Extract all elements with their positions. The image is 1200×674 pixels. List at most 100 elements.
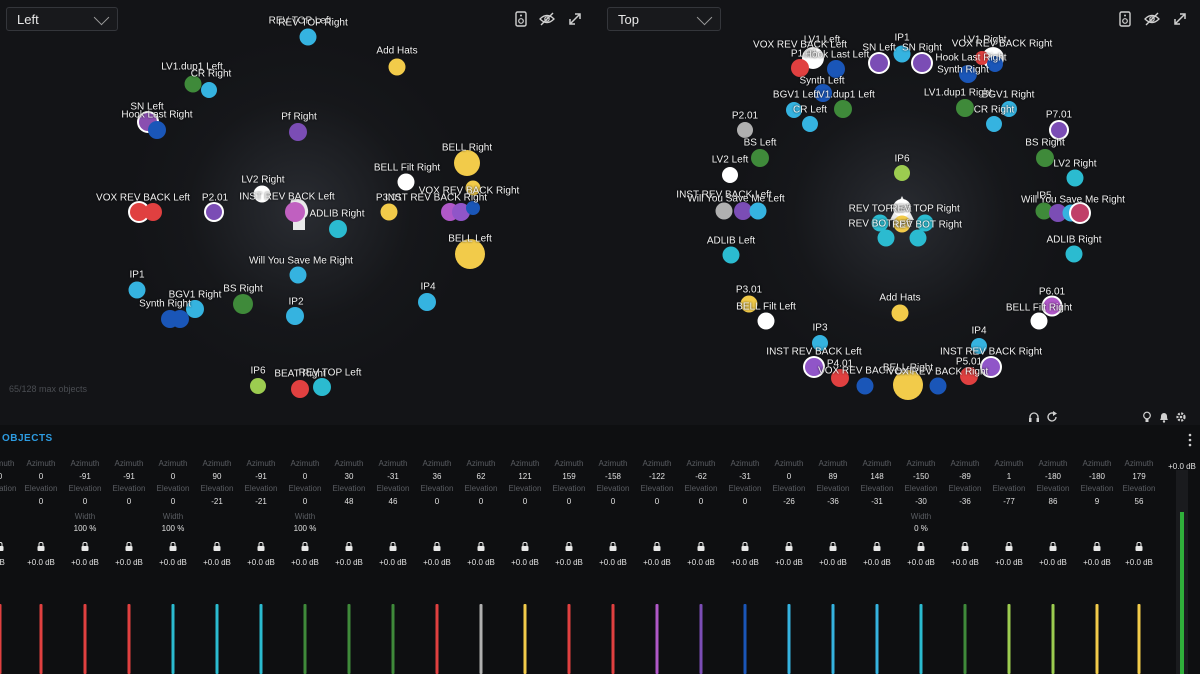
object-dot[interactable] <box>749 202 767 220</box>
gain-value[interactable]: +0.0 dB <box>863 558 891 567</box>
object-dot[interactable] <box>388 58 406 76</box>
object-dot[interactable] <box>929 377 947 395</box>
gain-value[interactable]: +0.0 dB <box>423 558 451 567</box>
object-dot[interactable] <box>1036 149 1054 167</box>
lock-icon[interactable] <box>169 542 177 551</box>
object-dot[interactable] <box>313 378 331 396</box>
object-dot[interactable] <box>148 121 166 139</box>
gain-value[interactable]: +0.0 dB <box>643 558 671 567</box>
object-dot[interactable] <box>791 59 809 77</box>
channel-fader[interactable] <box>963 604 967 674</box>
object-dot[interactable] <box>291 380 309 398</box>
elevation-value[interactable]: -21 <box>211 497 223 506</box>
object-dot[interactable] <box>751 149 769 167</box>
gain-value[interactable]: +0.0 dB <box>775 558 803 567</box>
object-dot[interactable] <box>909 229 927 247</box>
channel-fader[interactable] <box>655 604 659 674</box>
lock-icon[interactable] <box>609 542 617 551</box>
view-select-top[interactable]: Top <box>607 7 721 31</box>
lock-icon[interactable] <box>125 542 133 551</box>
elevation-value[interactable]: 0 <box>127 497 131 506</box>
lock-icon[interactable] <box>301 542 309 551</box>
lock-icon[interactable] <box>213 542 221 551</box>
elevation-value[interactable]: -36 <box>827 497 839 506</box>
channel-fader[interactable] <box>347 604 351 674</box>
azimuth-value[interactable]: 1 <box>1007 472 1011 481</box>
width-value[interactable]: 100 % <box>294 524 317 533</box>
object-dot[interactable] <box>757 312 775 330</box>
object-dot[interactable] <box>1066 169 1084 187</box>
gain-value[interactable]: +0.0 dB <box>555 558 583 567</box>
elevation-value[interactable]: 0 <box>303 497 307 506</box>
lock-icon[interactable] <box>1093 542 1101 551</box>
gain-value[interactable]: +0.0 dB <box>951 558 979 567</box>
azimuth-value[interactable]: -150 <box>913 472 929 481</box>
expand-icon[interactable] <box>567 11 583 27</box>
elevation-value[interactable]: 0 <box>611 497 615 506</box>
azimuth-value[interactable]: 0 <box>171 472 175 481</box>
elevation-value[interactable]: 0 <box>479 497 483 506</box>
channel-fader[interactable] <box>171 604 175 674</box>
lock-icon[interactable] <box>477 542 485 551</box>
gain-value[interactable]: +0.0 dB <box>247 558 275 567</box>
elevation-value[interactable]: 56 <box>1135 497 1144 506</box>
object-dot[interactable] <box>722 246 740 264</box>
width-value[interactable]: 0 % <box>914 524 928 533</box>
elevation-value[interactable]: 0 <box>743 497 747 506</box>
channel-fader[interactable] <box>699 604 703 674</box>
elevation-value[interactable]: -26 <box>783 497 795 506</box>
object-dot[interactable] <box>913 54 931 72</box>
channel-fader[interactable] <box>1095 604 1099 674</box>
gain-value[interactable]: +0.0 dB <box>687 558 715 567</box>
azimuth-value[interactable]: 0 <box>0 472 2 481</box>
lock-icon[interactable] <box>0 542 4 551</box>
object-dot[interactable] <box>206 204 222 220</box>
gain-value[interactable]: +0.0 dB <box>819 558 847 567</box>
azimuth-value[interactable]: 0 <box>39 472 43 481</box>
object-dot[interactable] <box>1071 204 1089 222</box>
channel-fader[interactable] <box>567 604 571 674</box>
elevation-value[interactable]: -77 <box>1003 497 1015 506</box>
object-dot[interactable] <box>956 99 974 117</box>
object-dot[interactable] <box>891 304 909 322</box>
azimuth-value[interactable]: 148 <box>870 472 883 481</box>
gain-value[interactable]: +0.0 dB <box>995 558 1023 567</box>
lock-icon[interactable] <box>961 542 969 551</box>
azimuth-value[interactable]: 179 <box>1132 472 1145 481</box>
object-dot[interactable] <box>144 203 162 221</box>
gain-value[interactable]: +0.0 dB <box>27 558 55 567</box>
object-dot[interactable] <box>1065 245 1083 263</box>
elevation-value[interactable]: 9 <box>1095 497 1099 506</box>
gain-value[interactable]: +0.0 dB <box>731 558 759 567</box>
lock-icon[interactable] <box>1049 542 1057 551</box>
view-select-left[interactable]: Left <box>6 7 118 31</box>
azimuth-value[interactable]: -89 <box>959 472 971 481</box>
elevation-value[interactable]: 86 <box>1049 497 1058 506</box>
object-dot[interactable] <box>329 220 347 238</box>
elevation-value[interactable]: 0 <box>435 497 439 506</box>
width-value[interactable]: 100 % <box>162 524 185 533</box>
refresh-icon[interactable] <box>1046 411 1058 423</box>
object-dot[interactable] <box>870 54 888 72</box>
channel-fader[interactable] <box>83 604 87 674</box>
elevation-value[interactable]: 0 <box>83 497 87 506</box>
channel-fader[interactable] <box>435 604 439 674</box>
channel-fader[interactable] <box>215 604 219 674</box>
channel-fader[interactable] <box>127 604 131 674</box>
object-dot[interactable] <box>299 28 317 46</box>
width-value[interactable]: 100 % <box>74 524 97 533</box>
lock-icon[interactable] <box>389 542 397 551</box>
elevation-value[interactable]: 0 <box>567 497 571 506</box>
azimuth-value[interactable]: 89 <box>829 472 838 481</box>
gain-value[interactable]: +0.0 dB <box>159 558 187 567</box>
channel-fader[interactable] <box>1137 604 1141 674</box>
lock-icon[interactable] <box>81 542 89 551</box>
object-dot[interactable] <box>233 294 253 314</box>
elevation-value[interactable]: -31 <box>871 497 883 506</box>
object-dot[interactable] <box>289 123 307 141</box>
channel-fader[interactable] <box>1007 604 1011 674</box>
object-dot[interactable] <box>380 203 398 221</box>
speaker-icon[interactable] <box>1117 11 1133 27</box>
gain-value[interactable]: +0.0 dB <box>511 558 539 567</box>
azimuth-value[interactable]: -31 <box>739 472 751 481</box>
